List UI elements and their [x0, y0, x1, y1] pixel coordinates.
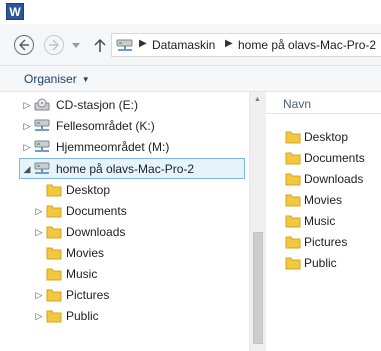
- file-item-downloads[interactable]: Downloads: [266, 169, 381, 190]
- word-icon[interactable]: W: [6, 3, 24, 20]
- tree-item-label: Documents: [66, 204, 127, 218]
- file-item-pictures[interactable]: Pictures: [266, 232, 381, 253]
- forward-button[interactable]: [44, 35, 64, 55]
- collapse-arrow-icon[interactable]: ◢: [23, 164, 31, 174]
- folder-icon: [46, 205, 62, 218]
- scroll-thumb[interactable]: [253, 232, 263, 344]
- back-button[interactable]: [14, 35, 34, 55]
- file-item-label: Documents: [304, 151, 365, 165]
- file-item-label: Desktop: [304, 130, 349, 144]
- tree-item-public[interactable]: ▷ Public: [0, 306, 249, 327]
- scroll-up-icon[interactable]: ▲: [254, 96, 261, 103]
- folder-icon: [46, 268, 62, 281]
- title-bar: W: [0, 0, 381, 24]
- tree-item-documents[interactable]: ▷ Documents: [0, 201, 249, 222]
- up-arrow-icon: [94, 38, 106, 52]
- expand-arrow-icon[interactable]: ▷: [35, 290, 43, 300]
- file-item-movies[interactable]: Movies: [266, 190, 381, 211]
- tree-item-pictures[interactable]: ▷ Pictures: [0, 285, 249, 306]
- navigation-bar: ▶ Datamaskin ▶ home på olavs-Mac-Pro-2: [0, 24, 381, 66]
- tree-item-label: Fellesområdet (K:): [56, 119, 155, 133]
- network-drive-icon: [34, 119, 50, 131]
- file-item-public[interactable]: Public: [266, 253, 381, 274]
- folder-icon: [285, 173, 301, 186]
- tree-item-cd-drive[interactable]: ▷ CD-stasjon (E:): [0, 95, 249, 116]
- tree-item-downloads[interactable]: ▷ Downloads: [0, 222, 249, 243]
- navpane-scrollbar[interactable]: ▲: [249, 92, 266, 351]
- tree-item-music[interactable]: Music: [0, 264, 249, 285]
- tree-item-label: home på olavs-Mac-Pro-2: [56, 162, 195, 176]
- file-item-music[interactable]: Music: [266, 211, 381, 232]
- folder-icon: [46, 247, 62, 260]
- tree-item-label: Movies: [66, 246, 105, 260]
- chevron-down-icon: ▼: [81, 75, 90, 85]
- file-item-label: Public: [304, 256, 337, 270]
- tree-item-label: Downloads: [66, 225, 126, 239]
- cd-drive-icon: [34, 98, 50, 111]
- network-drive-icon: [34, 140, 50, 152]
- expand-arrow-icon[interactable]: ▷: [23, 121, 31, 131]
- address-chevron-icon[interactable]: ▶: [225, 38, 233, 49]
- navigation-pane: ▷ CD-stasjon (E:) ▷ Fellesområdet (K:) ▷: [0, 92, 249, 351]
- expand-arrow-icon[interactable]: ▷: [23, 100, 31, 110]
- file-item-label: Downloads: [304, 172, 364, 186]
- folder-icon: [285, 257, 301, 270]
- address-segment-home[interactable]: home på olavs-Mac-Pro-2: [238, 38, 376, 52]
- file-item-label: Music: [304, 214, 336, 228]
- file-item-label: Pictures: [304, 235, 348, 249]
- tree-item-label: Hjemmeområdet (M:): [56, 140, 170, 154]
- folder-icon: [46, 310, 62, 323]
- column-header-label: Navn: [283, 97, 312, 111]
- tree-item-label: Music: [66, 267, 98, 281]
- folder-icon: [285, 215, 301, 228]
- folder-icon: [285, 131, 301, 144]
- up-button[interactable]: [90, 34, 110, 56]
- back-arrow-icon: [19, 39, 29, 51]
- tree-item-label: Pictures: [66, 288, 110, 302]
- folder-icon: [46, 226, 62, 239]
- tree-item-label: Public: [66, 309, 99, 323]
- tree-item-home-mac[interactable]: ◢ home på olavs-Mac-Pro-2: [19, 158, 245, 179]
- organise-label: Organiser: [24, 72, 77, 86]
- network-drive-icon: [116, 39, 133, 51]
- expand-arrow-icon[interactable]: ▷: [23, 142, 31, 152]
- folder-icon: [285, 194, 301, 207]
- address-bar[interactable]: ▶ Datamaskin ▶ home på olavs-Mac-Pro-2: [111, 33, 381, 57]
- address-segment-computer[interactable]: Datamaskin: [152, 38, 215, 52]
- file-item-documents[interactable]: Documents: [266, 148, 381, 169]
- explorer-window: W ▶ Datamaskin ▶ home på olavs-Mac-Pro-2…: [0, 0, 381, 351]
- forward-arrow-icon: [49, 39, 59, 51]
- folder-icon: [285, 236, 301, 249]
- folder-icon: [46, 289, 62, 302]
- column-header-name[interactable]: Navn: [266, 92, 381, 114]
- tree-item-desktop[interactable]: Desktop: [0, 180, 249, 201]
- network-drive-icon: [34, 162, 50, 174]
- tree-item-movies[interactable]: Movies: [0, 243, 249, 264]
- tree-item-shared-drive[interactable]: ▷ Fellesområdet (K:): [0, 116, 249, 137]
- address-chevron-icon[interactable]: ▶: [139, 38, 147, 49]
- command-bar: Organiser ▼: [0, 66, 381, 92]
- file-item-label: Movies: [304, 193, 343, 207]
- expand-arrow-icon[interactable]: ▷: [35, 311, 43, 321]
- tree-item-home-drive[interactable]: ▷ Hjemmeområdet (M:): [0, 137, 249, 158]
- tree-item-label: CD-stasjon (E:): [56, 98, 139, 112]
- folder-icon: [285, 152, 301, 165]
- expand-arrow-icon[interactable]: ▷: [35, 206, 43, 216]
- file-item-desktop[interactable]: Desktop: [266, 127, 381, 148]
- recent-dropdown-icon[interactable]: [72, 43, 80, 49]
- folder-icon: [46, 184, 62, 197]
- organise-button[interactable]: Organiser ▼: [24, 72, 90, 86]
- file-list-pane: Navn Desktop Documents Downloads Movies: [266, 92, 381, 351]
- tree-item-label: Desktop: [66, 183, 111, 197]
- expand-arrow-icon[interactable]: ▷: [35, 227, 43, 237]
